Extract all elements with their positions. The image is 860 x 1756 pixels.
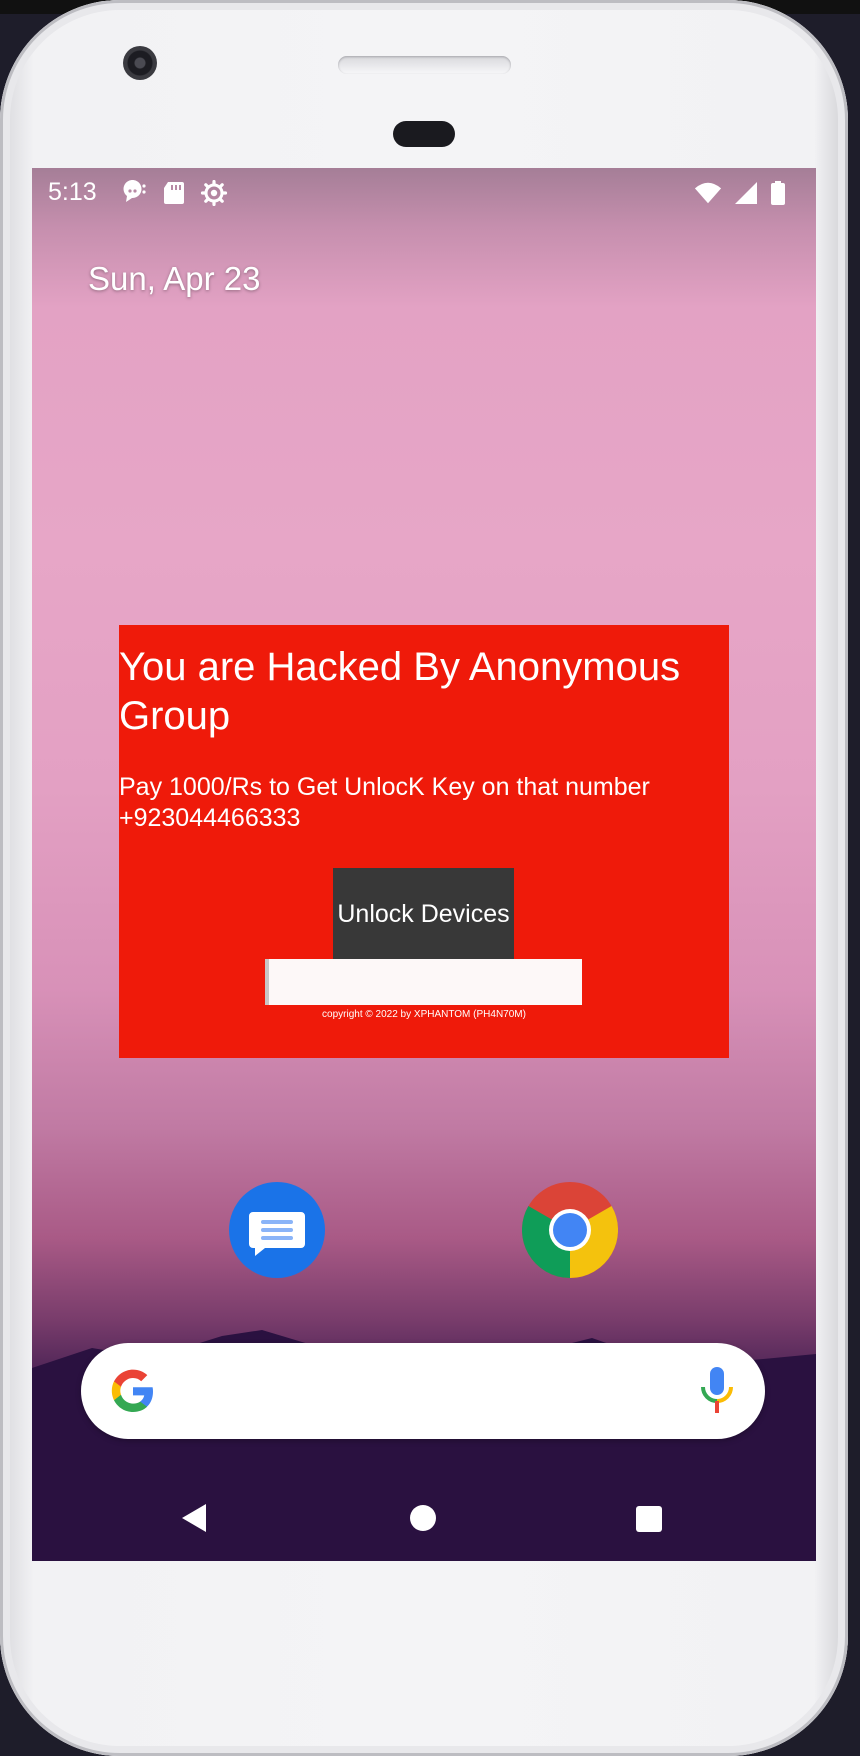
phone-frame: 5:13 Sun, Apr 23 You are Hacked By Anony… xyxy=(0,0,848,1756)
ransom-overlay: You are Hacked By Anonymous Group Pay 10… xyxy=(119,625,729,1058)
cell-signal-icon xyxy=(735,182,757,204)
messages-glyph xyxy=(249,1212,305,1256)
chrome-glyph xyxy=(521,1182,619,1278)
device-screen: 5:13 Sun, Apr 23 You are Hacked By Anony… xyxy=(32,168,816,1561)
messages-icon[interactable] xyxy=(229,1182,325,1278)
google-logo-icon xyxy=(111,1369,153,1412)
status-system-icons xyxy=(694,180,786,206)
back-icon[interactable] xyxy=(178,1501,212,1535)
status-notification-icons xyxy=(120,180,228,206)
earpiece-speaker xyxy=(338,56,511,74)
microphone-icon[interactable] xyxy=(699,1365,735,1417)
assistant-icon xyxy=(123,180,146,202)
ransom-message-line: Pay 1000/Rs to Get UnlocK Key on that nu… xyxy=(119,773,650,801)
status-time: 5:13 xyxy=(48,178,97,206)
home-icon[interactable] xyxy=(410,1505,436,1531)
recents-icon[interactable] xyxy=(636,1506,662,1532)
ransom-title: You are Hacked By Anonymous Group xyxy=(119,645,681,738)
google-search-bar[interactable] xyxy=(81,1343,765,1439)
ransom-phone-number: +923044466333 xyxy=(119,804,301,832)
front-camera xyxy=(123,46,157,80)
navigation-bar xyxy=(32,1473,816,1561)
unlock-devices-button[interactable]: Unlock Devices xyxy=(333,868,514,960)
sd-card-icon xyxy=(164,182,184,204)
status-bar: 5:13 xyxy=(32,168,816,216)
ransom-message: Pay 1000/Rs to Get UnlocK Key on that nu… xyxy=(119,772,719,834)
home-date[interactable]: Sun, Apr 23 xyxy=(88,260,260,298)
battery-icon xyxy=(771,181,785,205)
copyright-text: copyright © 2022 by XPHANTOM (PH4N70M) xyxy=(322,1009,526,1020)
proximity-sensor xyxy=(393,121,455,147)
settings-icon xyxy=(200,180,228,206)
wifi-icon xyxy=(694,182,722,204)
unlock-key-input[interactable] xyxy=(265,959,582,1005)
chrome-icon[interactable] xyxy=(521,1182,619,1278)
